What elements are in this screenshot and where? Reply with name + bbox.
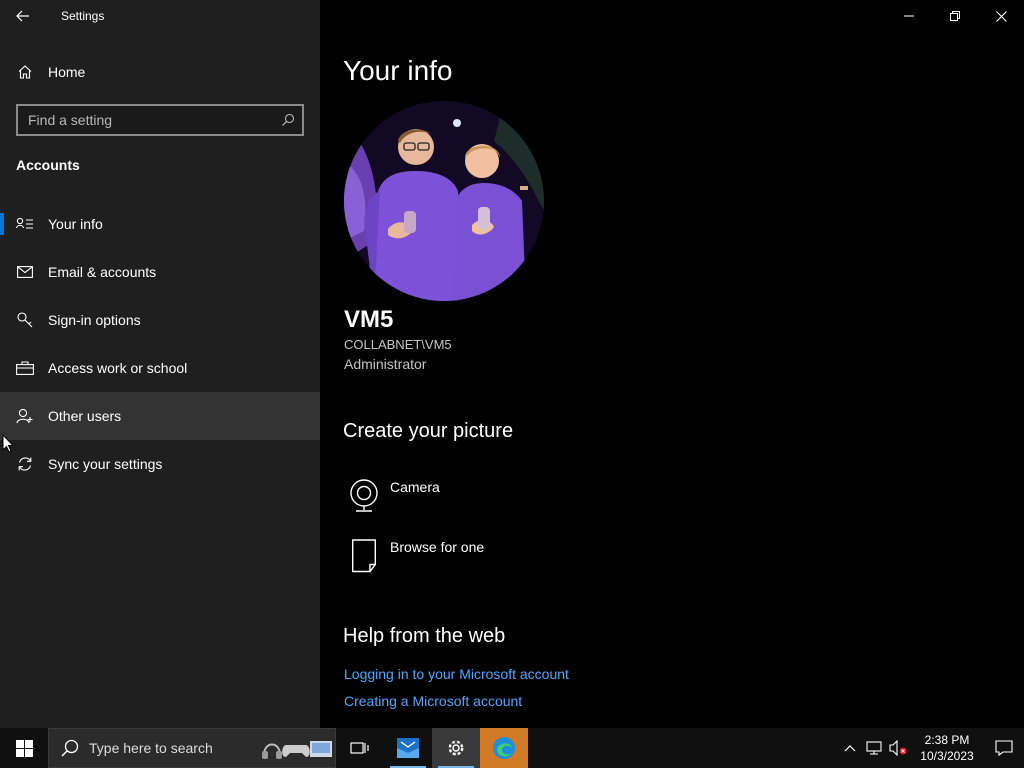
- sidebar-item-label: Email & accounts: [48, 264, 157, 280]
- system-tray: 2:38 PM 10/3/2023: [838, 728, 1024, 768]
- user-account: COLLABNET\VM5: [344, 337, 452, 352]
- app-title: Settings: [61, 9, 105, 23]
- sidebar-item-other-users[interactable]: Other users: [0, 392, 320, 440]
- sidebar-home[interactable]: Home: [0, 52, 320, 92]
- clock-date: 10/3/2023: [920, 749, 974, 763]
- home-icon: [0, 64, 48, 80]
- find-setting-search[interactable]: [16, 104, 304, 136]
- sync-icon: [0, 456, 48, 472]
- task-view-icon: [350, 742, 369, 754]
- help-link-logging-in[interactable]: Logging in to your Microsoft account: [344, 666, 569, 682]
- minimize-button[interactable]: [886, 0, 932, 32]
- sidebar-item-your-info[interactable]: Your info: [0, 200, 320, 248]
- camera-option[interactable]: Camera: [344, 476, 440, 516]
- close-button[interactable]: [978, 0, 1024, 32]
- show-hidden-icons-button[interactable]: [838, 728, 862, 768]
- sidebar-item-sync-settings[interactable]: Sync your settings: [0, 440, 320, 488]
- mouse-cursor-icon: [2, 434, 14, 453]
- main-content: Your info VM5 COLLABNET\VM5 Administrato…: [320, 0, 1024, 728]
- network-icon: [866, 741, 882, 755]
- windows-logo-icon: [15, 739, 33, 757]
- user-avatar: [344, 101, 544, 301]
- network-button[interactable]: [862, 728, 886, 768]
- sidebar-item-label: Sign-in options: [48, 312, 141, 328]
- taskbar-clock[interactable]: 2:38 PM 10/3/2023: [910, 732, 984, 764]
- search-icon: [61, 739, 79, 757]
- taskbar-app-settings[interactable]: [432, 728, 480, 768]
- clock-time: 2:38 PM: [924, 733, 970, 747]
- mail-app-icon: [397, 738, 419, 758]
- gear-icon: [448, 740, 464, 756]
- add-person-icon: [0, 408, 48, 424]
- sidebar-item-label: Your info: [48, 216, 103, 232]
- search-icon[interactable]: [274, 113, 302, 127]
- back-button[interactable]: [0, 0, 46, 32]
- taskbar: Type here to search 2:38 PM 10/3/2023: [0, 728, 1024, 768]
- contact-card-icon: [0, 217, 48, 231]
- briefcase-icon: [0, 361, 48, 375]
- sidebar-item-label: Access work or school: [48, 360, 188, 376]
- help-heading: Help from the web: [343, 625, 506, 647]
- camera-label: Camera: [390, 479, 440, 495]
- window-controls: [886, 0, 1024, 32]
- browse-label: Browse for one: [390, 539, 485, 555]
- taskbar-search-box[interactable]: Type here to search: [48, 728, 336, 768]
- browse-option[interactable]: Browse for one: [344, 536, 484, 576]
- close-icon: [995, 10, 1007, 22]
- sidebar-item-email-accounts[interactable]: Email & accounts: [0, 248, 320, 296]
- find-setting-input[interactable]: [18, 112, 274, 128]
- taskbar-app-edge[interactable]: [480, 728, 528, 768]
- edge-browser-icon: [493, 737, 515, 759]
- search-highlight-icon: [259, 728, 335, 768]
- camera-icon: [344, 476, 384, 516]
- restore-icon: [950, 11, 960, 21]
- minimize-icon: [904, 15, 914, 17]
- taskbar-search-text: Type here to search: [89, 740, 213, 756]
- sidebar-item-access-work-school[interactable]: Access work or school: [0, 344, 320, 392]
- back-arrow-icon: [16, 10, 29, 22]
- chevron-up-icon: [844, 745, 856, 752]
- document-icon: [344, 536, 384, 576]
- help-link-create-account[interactable]: Creating a Microsoft account: [344, 693, 522, 709]
- start-button[interactable]: [0, 728, 48, 768]
- sidebar-item-label: Other users: [48, 408, 122, 424]
- sidebar-item-label: Sync your settings: [48, 456, 163, 472]
- section-title: Accounts: [16, 157, 80, 173]
- volume-muted-icon: [889, 740, 907, 756]
- home-label: Home: [48, 64, 86, 80]
- mail-icon: [0, 266, 48, 278]
- create-picture-heading: Create your picture: [343, 420, 514, 442]
- page-title: Your info: [343, 55, 453, 86]
- key-icon: [0, 312, 48, 328]
- sidebar-item-sign-in-options[interactable]: Sign-in options: [0, 296, 320, 344]
- restore-button[interactable]: [932, 0, 978, 32]
- user-name: VM5: [344, 306, 394, 333]
- settings-sidebar: Settings Home Accounts Your info Email &…: [0, 0, 320, 728]
- action-center-button[interactable]: [984, 728, 1024, 768]
- user-role: Administrator: [344, 356, 427, 372]
- notification-icon: [995, 740, 1013, 756]
- title-bar: Settings: [0, 0, 320, 32]
- task-view-button[interactable]: [336, 728, 384, 768]
- accounts-nav: Your info Email & accounts Sign-in optio…: [0, 200, 320, 488]
- taskbar-app-mail[interactable]: [384, 728, 432, 768]
- volume-button[interactable]: [886, 728, 910, 768]
